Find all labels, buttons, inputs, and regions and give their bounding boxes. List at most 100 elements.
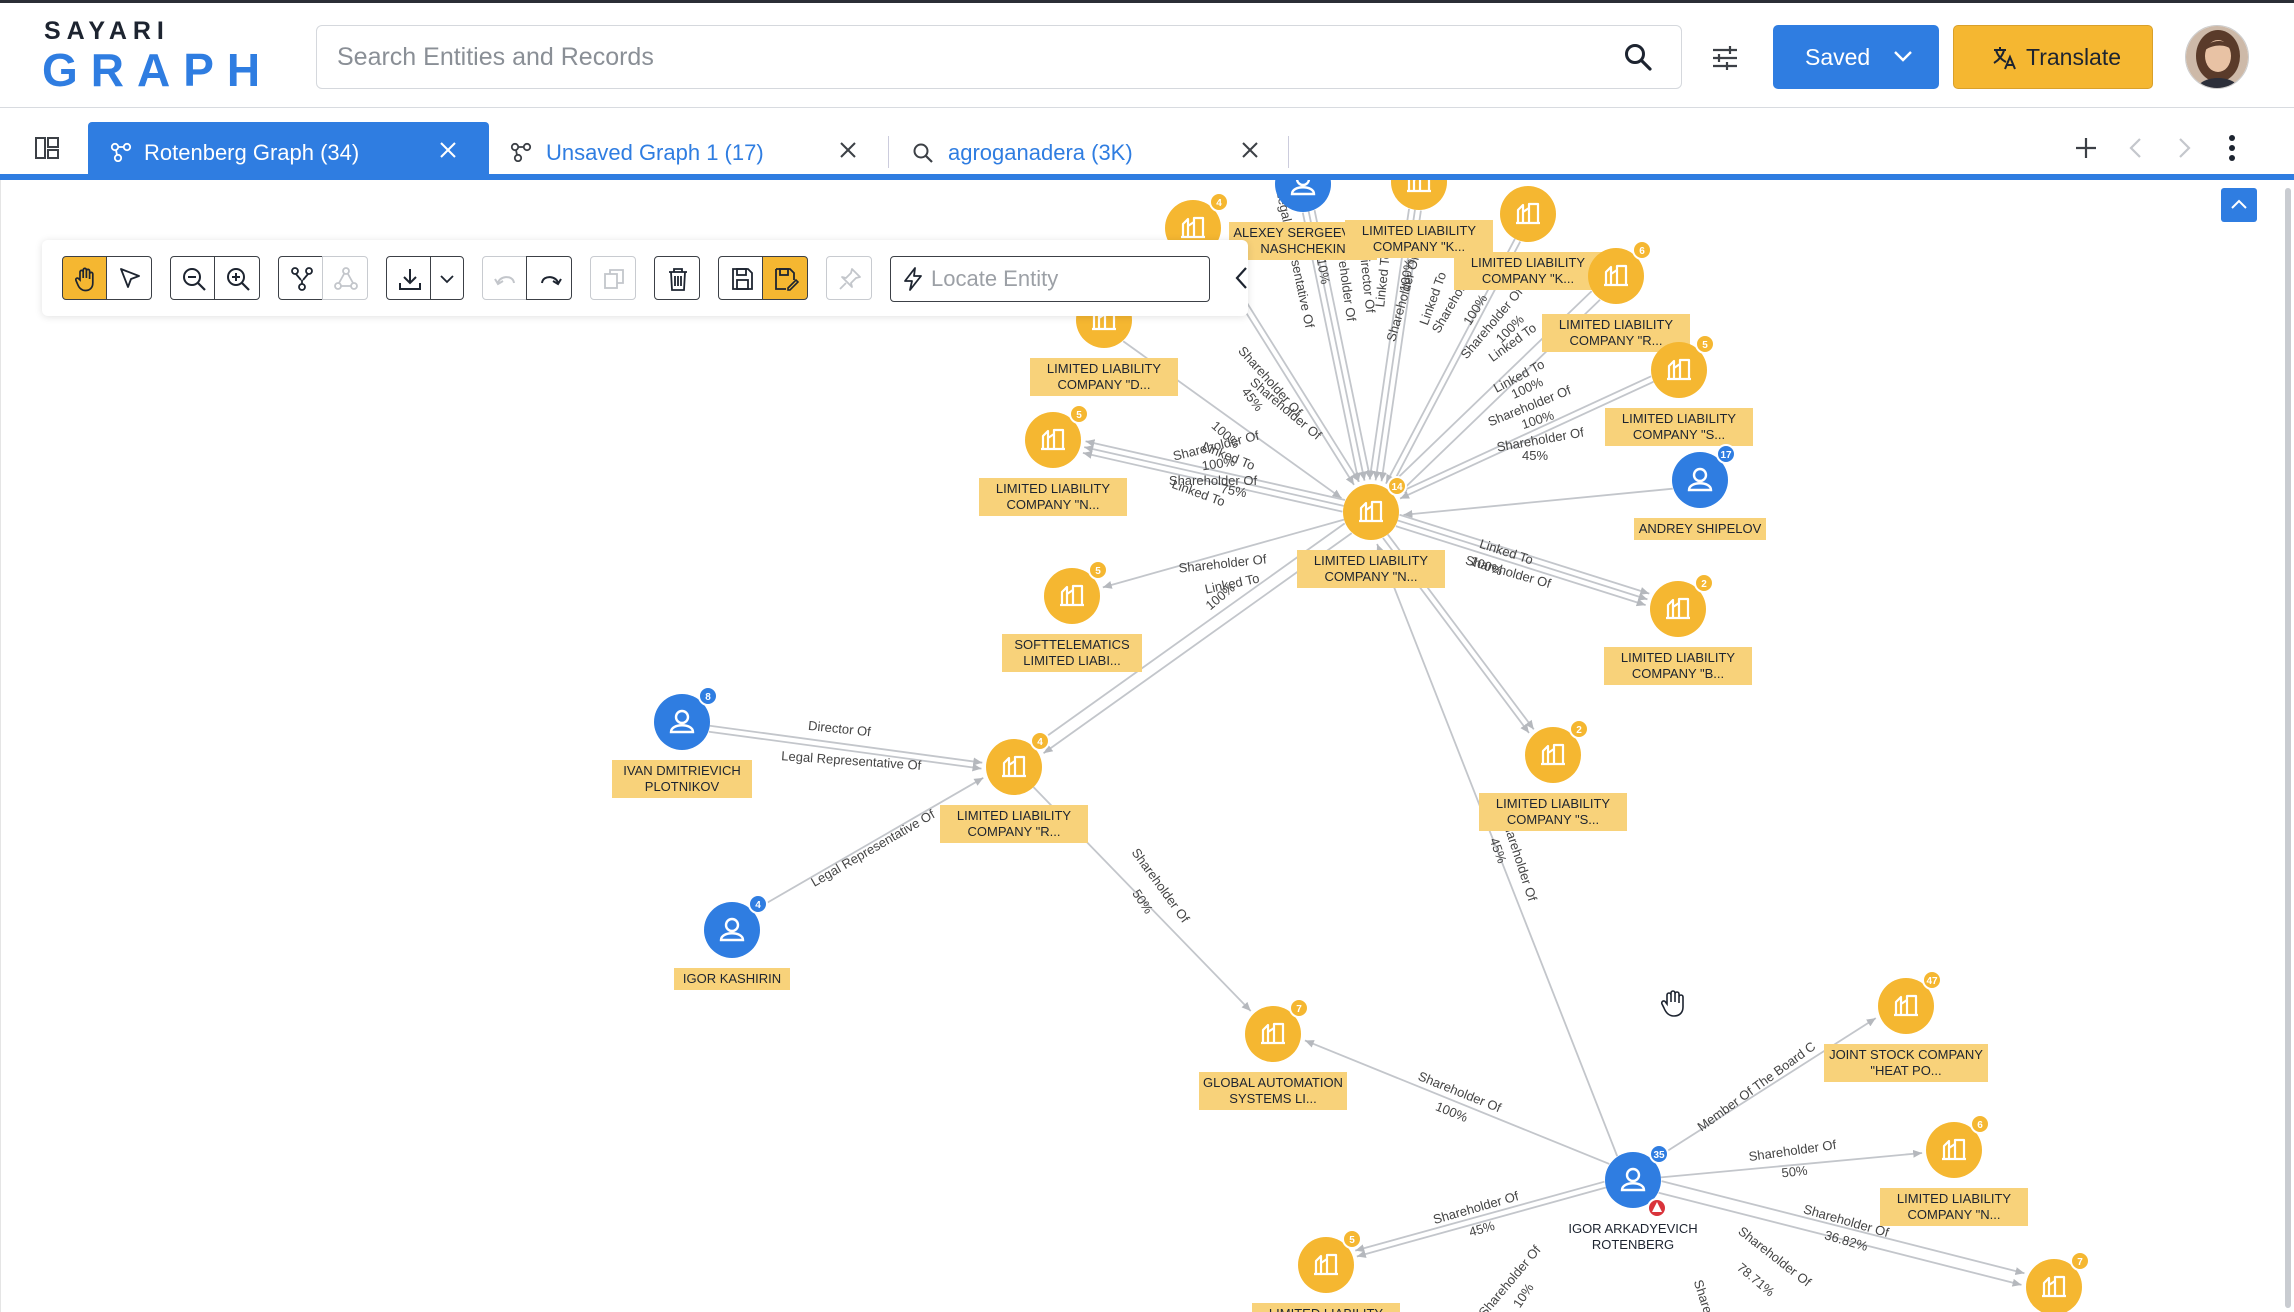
zoom-in-button[interactable] (214, 256, 260, 300)
close-icon[interactable] (838, 140, 858, 160)
search-input[interactable] (337, 26, 1597, 88)
count-badge-text: 7 (2077, 1257, 2083, 1268)
node-label: LIMITED LIABI... (1023, 653, 1121, 668)
hand-icon (74, 267, 94, 292)
pin-icon (839, 268, 861, 290)
saved-dropdown-button[interactable]: Saved (1773, 25, 1939, 89)
person-node[interactable]: 8 IVAN DMITRIEVICHPLOTNIKOV (612, 686, 752, 798)
tab-label: Unsaved Graph 1 (17) (546, 140, 764, 165)
graph-canvas[interactable]: Legal Representative Of10%Shareholder Of… (0, 180, 2294, 1312)
count-badge-text: 7 (1296, 1004, 1302, 1015)
filter-settings-icon[interactable] (1710, 43, 1740, 73)
edge-label: Director Of (807, 718, 871, 740)
chevron-left-icon[interactable] (2126, 136, 2146, 160)
count-badge-text: 5 (1702, 340, 1708, 351)
company-node[interactable]: 7 (2026, 1251, 2090, 1312)
edge-label: 100% (1201, 454, 1236, 474)
locate-entity-input[interactable] (931, 257, 1201, 300)
count-badge-text: 47 (1926, 976, 1938, 987)
delete-button[interactable] (654, 256, 700, 300)
search-icon[interactable] (1623, 42, 1653, 72)
node-label: COMPANY "R... (968, 824, 1061, 839)
edge-label: Legal Representative Of (808, 806, 937, 889)
translate-button[interactable]: Translate (1953, 25, 2153, 89)
count-badge-text: 5 (1095, 566, 1101, 577)
edge-line[interactable] (1403, 487, 1673, 518)
search-box[interactable] (316, 25, 1682, 89)
logo-brand-bottom: GRAPH (42, 44, 274, 96)
node-label: LIMITED LIABILITY (1622, 411, 1736, 426)
chevron-down-icon (1894, 51, 1912, 62)
node-label: JOINT STOCK COMPANY (1829, 1047, 1983, 1062)
chevron-right-icon[interactable] (2174, 136, 2194, 160)
node-label: SYSTEMS LI... (1229, 1091, 1316, 1106)
pin-button[interactable] (826, 256, 872, 300)
count-badge-text: 6 (1639, 246, 1645, 257)
node-label: SOFTTELEMATICS (1014, 637, 1130, 652)
count-badge-text: 2 (1701, 579, 1707, 590)
node-label: LIMITED LIABILITY (1269, 1306, 1383, 1312)
count-badge-text: 4 (755, 900, 761, 911)
download-options-button[interactable] (430, 256, 464, 300)
edge-label: Shareholder Of (1129, 845, 1193, 925)
collapse-nodes-button[interactable] (322, 256, 368, 300)
tab-label: agroganadera (3K) (948, 140, 1133, 165)
count-badge-text: 4 (1037, 737, 1043, 748)
more-vertical-icon[interactable] (2222, 134, 2242, 162)
company-node[interactable]: 5 LIMITED LIABILITY (1252, 1229, 1400, 1312)
person-node[interactable]: 4 IGOR KASHIRIN (674, 894, 790, 990)
scroll-up-button[interactable] (2221, 188, 2257, 222)
graph-view[interactable]: Legal Representative Of10%Shareholder Of… (1, 180, 2294, 1312)
node-label: LIMITED LIABILITY (1559, 317, 1673, 332)
locate-entity-box[interactable] (890, 256, 1210, 302)
node-label: IVAN DMITRIEVICH (623, 763, 741, 778)
tab-rotenberg-graph[interactable]: Rotenberg Graph (34) (88, 122, 489, 180)
edge-label: 45% (1522, 448, 1548, 463)
edge-line[interactable] (1354, 1180, 1605, 1253)
edge-label: 78.71% (1734, 1260, 1778, 1300)
copy-icon (604, 269, 624, 289)
company-node[interactable]: 4 LIMITED LIABILITYCOMPANY "R... (940, 731, 1088, 843)
save-as-button[interactable] (762, 256, 808, 300)
node-label: IGOR KASHIRIN (683, 971, 781, 986)
tab-agroganadera[interactable]: agroganadera (3K) (890, 122, 1290, 180)
count-badge-text: 17 (1720, 450, 1732, 461)
add-tab-icon[interactable] (2074, 136, 2098, 160)
company-node[interactable]: 47 JOINT STOCK COMPANY"HEAT PO... (1824, 970, 1988, 1082)
copy-button[interactable] (590, 256, 636, 300)
edge-label: Shareholder Of (1748, 1137, 1838, 1164)
company-node[interactable]: 7 GLOBAL AUTOMATIONSYSTEMS LI... (1199, 998, 1347, 1110)
company-node[interactable]: 2 LIMITED LIABILITYCOMPANY "S... (1479, 719, 1627, 831)
edge-label: 45% (1467, 1218, 1497, 1240)
edge-line[interactable] (1304, 1039, 1610, 1165)
node-label: ROTENBERG (1592, 1237, 1674, 1252)
edge-label: Member Of The Board C (1694, 1039, 1818, 1135)
scrollbar-thumb[interactable] (2285, 188, 2291, 1308)
user-avatar[interactable] (2185, 25, 2249, 89)
collapse-toolbar-icon[interactable] (1232, 264, 1252, 292)
save-button[interactable] (718, 256, 764, 300)
company-node[interactable]: 5 SOFTTELEMATICSLIMITED LIABI... (1002, 560, 1142, 672)
person-node[interactable]: 17 ANDREY SHIPELOV (1634, 444, 1766, 540)
node-label: LIMITED LIABILITY (1314, 553, 1428, 568)
node-label: LIMITED LIABILITY (957, 808, 1071, 823)
close-icon[interactable] (438, 140, 458, 160)
undo-icon (494, 276, 515, 286)
company-node[interactable]: 5 LIMITED LIABILITYCOMPANY "N... (979, 404, 1127, 516)
node-label: COMPANY "R... (1570, 333, 1663, 348)
panel-toggle-icon[interactable] (34, 136, 60, 160)
tab-unsaved-graph[interactable]: Unsaved Graph 1 (17) (490, 122, 890, 180)
undo-button[interactable] (482, 256, 528, 300)
close-icon[interactable] (1240, 140, 1260, 160)
edge-label: Shareholder Of (1431, 1188, 1520, 1227)
pan-tool-button[interactable] (62, 256, 108, 300)
redo-button[interactable] (526, 256, 572, 300)
company-node[interactable]: 2 LIMITED LIABILITYCOMPANY "B... (1604, 573, 1752, 685)
chevron-down-icon (440, 275, 454, 284)
download-button[interactable] (386, 256, 432, 300)
expand-button[interactable] (278, 256, 324, 300)
company-node[interactable]: 6 LIMITED LIABILITYCOMPANY "N... (1880, 1114, 2028, 1226)
logo-brand-top: SAYARI (44, 17, 170, 45)
select-tool-button[interactable] (106, 256, 152, 300)
zoom-out-button[interactable] (170, 256, 216, 300)
